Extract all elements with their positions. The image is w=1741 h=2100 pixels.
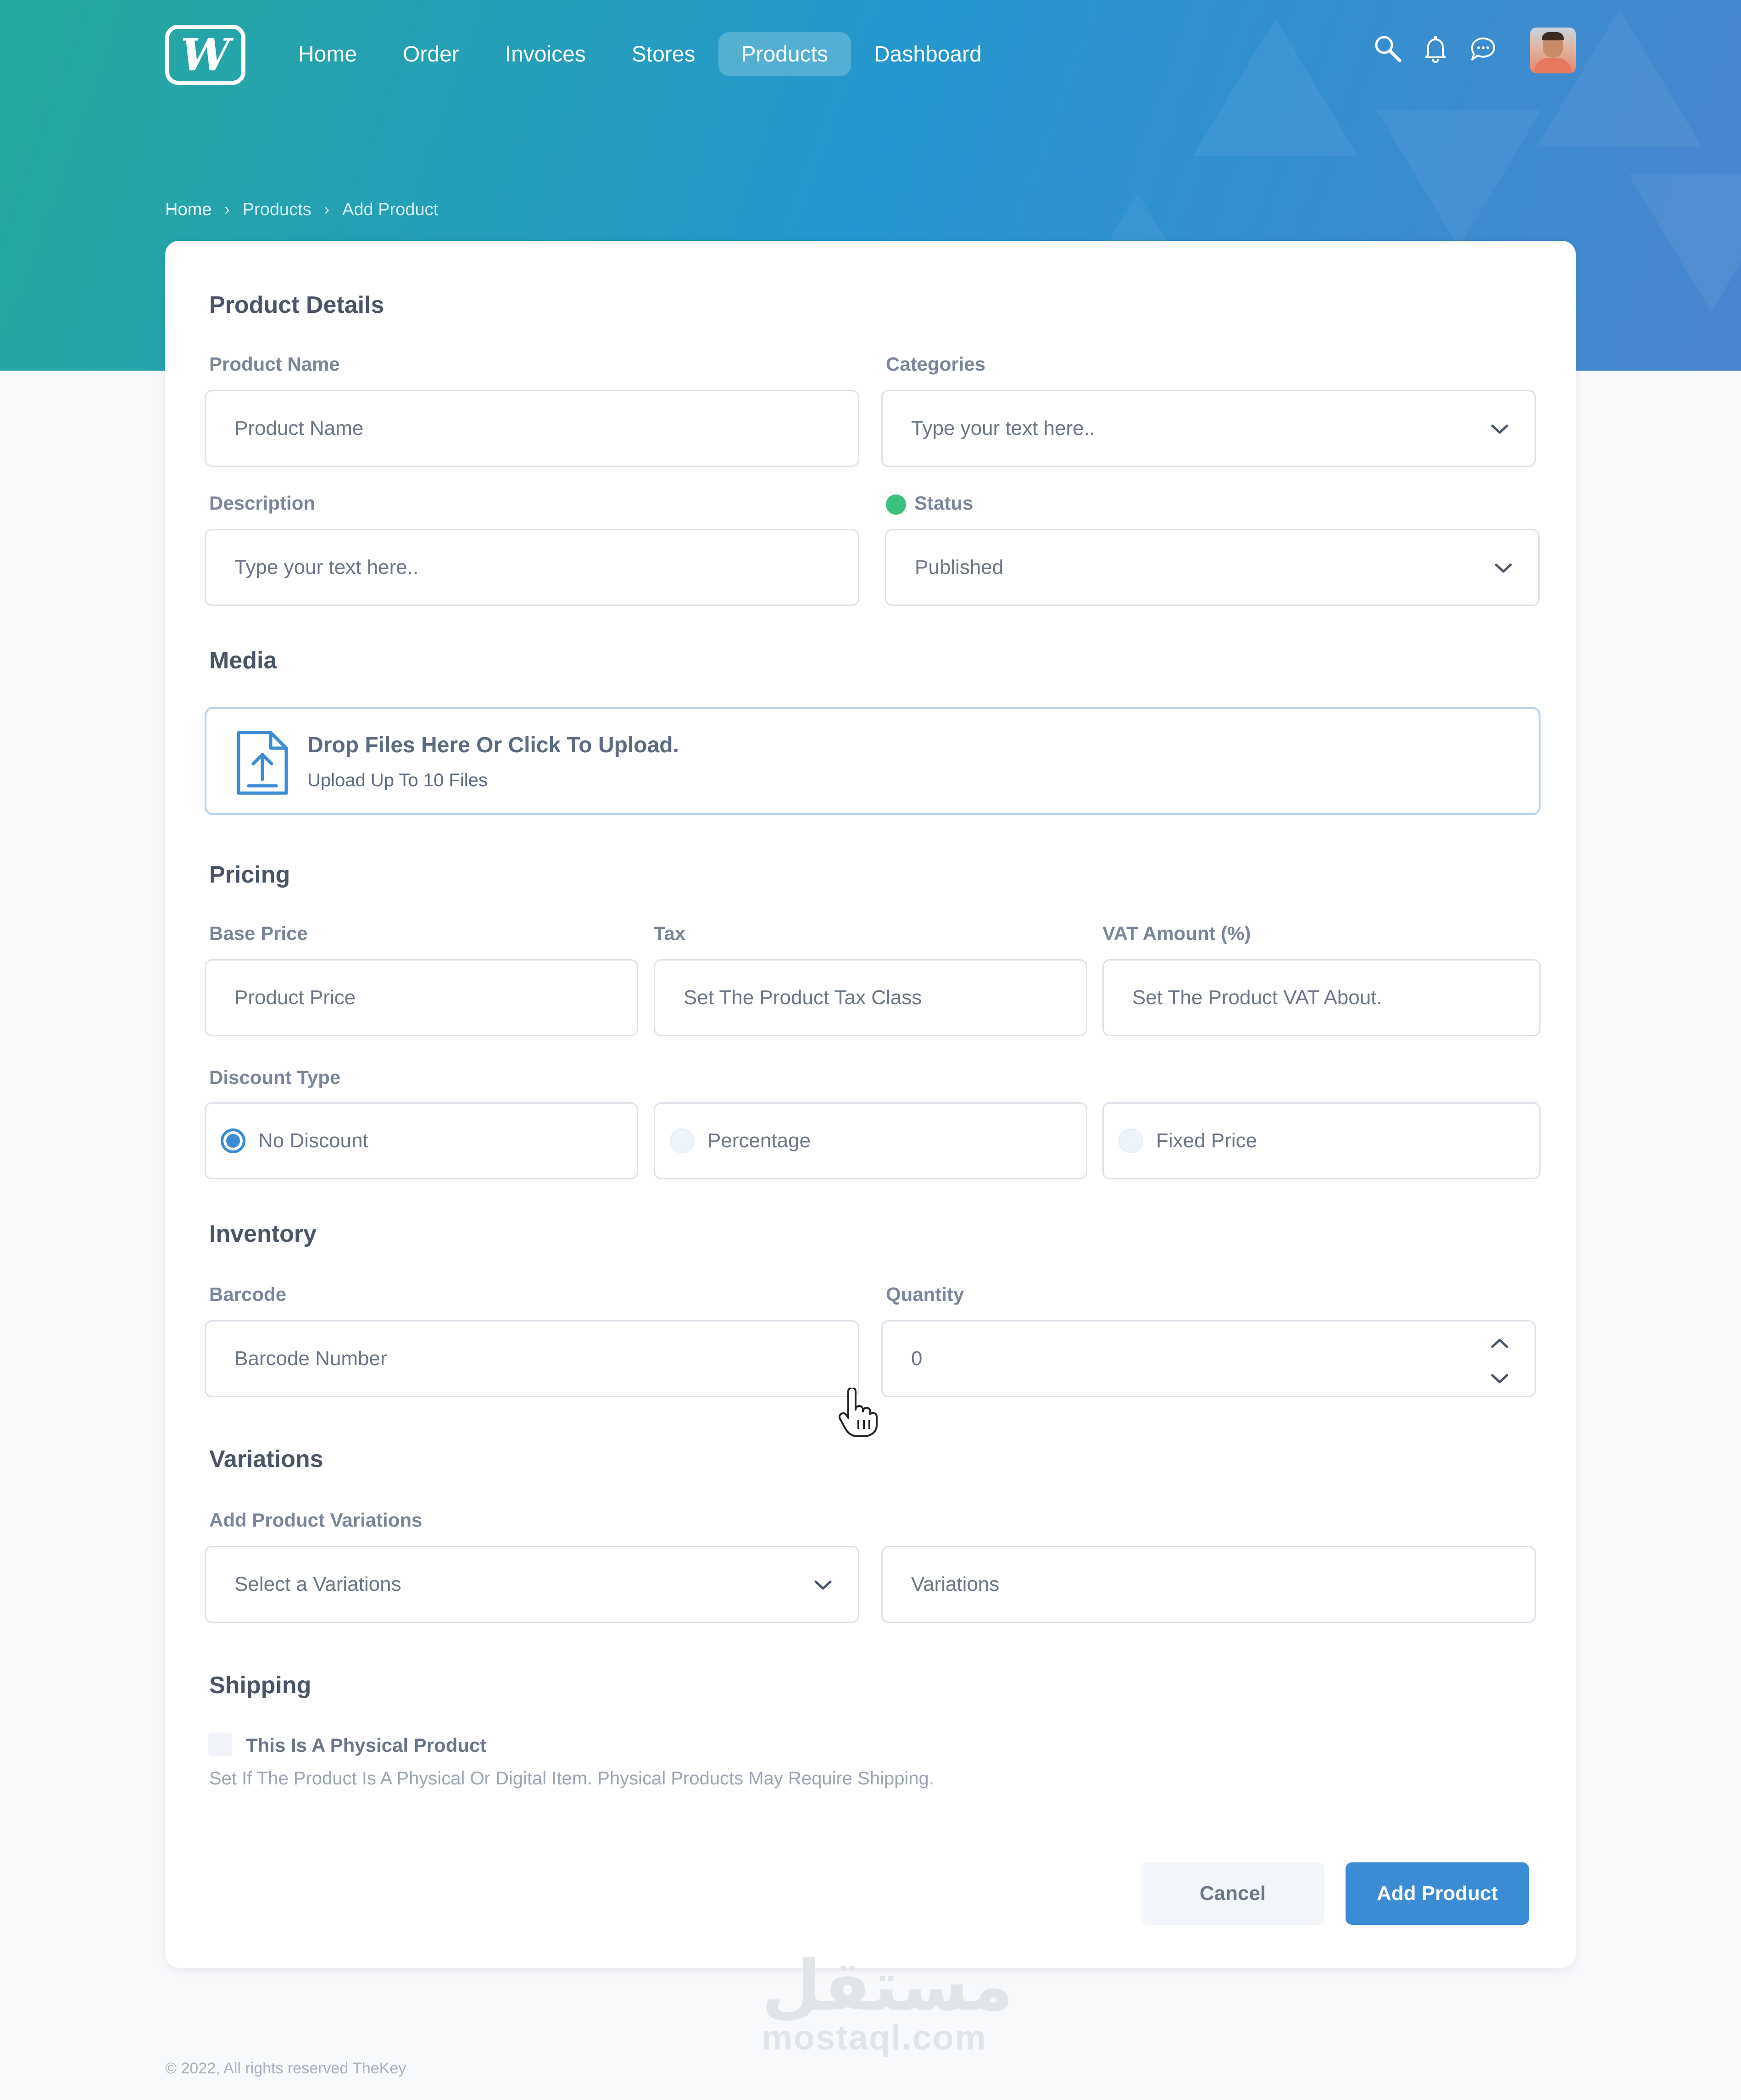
nav-item-order[interactable]: Order (380, 32, 482, 76)
app-logo[interactable]: W (165, 25, 245, 85)
base-price-placeholder: Product Price (234, 986, 356, 1009)
avatar[interactable] (1530, 28, 1576, 73)
radio-selected-icon (221, 1128, 245, 1153)
nav-item-invoices[interactable]: Invoices (482, 32, 609, 76)
tax-label: Tax (654, 922, 686, 944)
nav-item-stores[interactable]: Stores (609, 32, 718, 76)
description-placeholder: Type your text here.. (234, 556, 419, 578)
watermark-logo: مستقل mostaql.com (762, 1946, 1013, 2058)
product-name-label: Product Name (209, 353, 340, 375)
status-select[interactable]: Published (885, 529, 1540, 606)
physical-product-label: This Is A Physical Product (246, 1734, 487, 1756)
section-title-shipping: Shipping (209, 1672, 311, 1699)
breadcrumb-current: Add Product (342, 200, 439, 219)
categories-label: Categories (886, 353, 986, 375)
discount-option-percentage[interactable]: Percentage (654, 1102, 1087, 1179)
physical-product-description: Set If The Product Is A Physical Or Digi… (209, 1768, 934, 1789)
variations-select[interactable]: Select a Variations (205, 1546, 859, 1623)
section-title-product-details: Product Details (209, 292, 384, 318)
barcode-input[interactable]: Barcode Number (205, 1320, 859, 1397)
chevron-down-icon (1491, 417, 1509, 440)
upload-subtitle: Upload Up To 10 Files (307, 770, 488, 790)
nav-item-products[interactable]: Products (718, 32, 851, 76)
chat-icon[interactable] (1465, 30, 1502, 67)
breadcrumb: Home › Products › Add Product (165, 200, 438, 220)
breadcrumb-products[interactable]: Products (243, 200, 311, 220)
radio-unselected-icon (670, 1128, 695, 1153)
header-actions (1369, 30, 1513, 67)
watermark-latin: mostaql.com (762, 2018, 987, 2057)
footer-copyright: © 2022, All rights reserved TheKey (165, 2060, 406, 2077)
logo-text: W (180, 28, 230, 81)
vat-input[interactable]: Set The Product VAT About. (1102, 959, 1541, 1036)
physical-product-checkbox[interactable] (208, 1733, 232, 1756)
variations-select-placeholder: Select a Variations (234, 1573, 401, 1595)
categories-placeholder: Type your text here.. (911, 417, 1096, 439)
chevron-up-icon[interactable] (1491, 1331, 1509, 1354)
vat-placeholder: Set The Product VAT About. (1132, 986, 1382, 1009)
vat-label: VAT Amount (%) (1102, 922, 1251, 944)
status-dot-icon (886, 494, 906, 515)
discount-option-no-discount[interactable]: No Discount (205, 1102, 638, 1179)
file-upload-dropzone[interactable]: Drop Files Here Or Click To Upload. Uplo… (205, 707, 1541, 815)
quantity-value: 0 (911, 1347, 923, 1370)
section-title-media: Media (209, 647, 277, 674)
section-title-inventory: Inventory (209, 1221, 317, 1247)
base-price-label: Base Price (209, 922, 308, 944)
quantity-stepper[interactable]: 0 (881, 1320, 1536, 1397)
add-variations-label: Add Product Variations (209, 1509, 423, 1531)
breadcrumb-home[interactable]: Home (165, 200, 211, 220)
categories-select[interactable]: Type your text here.. (881, 390, 1536, 467)
bell-icon[interactable] (1417, 30, 1454, 67)
discount-option-fixed-price[interactable]: Fixed Price (1102, 1102, 1541, 1179)
chevron-down-icon[interactable] (1491, 1367, 1509, 1389)
discount-option-label: No Discount (258, 1129, 368, 1152)
cancel-button[interactable]: Cancel (1141, 1862, 1324, 1925)
upload-title: Drop Files Here Or Click To Upload. (307, 733, 679, 757)
product-name-placeholder: Product Name (234, 417, 364, 439)
nav-item-dashboard[interactable]: Dashboard (851, 32, 1005, 76)
chevron-down-icon (1494, 556, 1513, 579)
status-label: Status (886, 492, 973, 515)
chevron-right-icon: › (324, 201, 329, 218)
tax-input[interactable]: Set The Product Tax Class (654, 959, 1087, 1036)
base-price-input[interactable]: Product Price (205, 959, 638, 1036)
quantity-stepper-buttons (1491, 1331, 1509, 1389)
nav-item-home[interactable]: Home (275, 32, 380, 76)
search-icon[interactable] (1369, 30, 1406, 67)
section-title-variations: Variations (209, 1446, 323, 1472)
tax-placeholder: Set The Product Tax Class (684, 986, 922, 1009)
main-nav: Home Order Invoices Stores Products Dash… (275, 31, 1005, 77)
barcode-label: Barcode (209, 1283, 287, 1305)
hand-cursor-icon (837, 1387, 879, 1440)
barcode-placeholder: Barcode Number (234, 1347, 387, 1370)
description-input[interactable]: Type your text here.. (205, 529, 859, 606)
add-product-button[interactable]: Add Product (1346, 1862, 1529, 1925)
quantity-label: Quantity (886, 1283, 964, 1305)
variations-input[interactable]: Variations (881, 1546, 1536, 1623)
status-value: Published (915, 556, 1004, 578)
add-product-card: Product Details Product Name Product Nam… (165, 241, 1576, 1968)
chevron-down-icon (814, 1573, 832, 1596)
description-label: Description (209, 492, 316, 514)
upload-file-icon (235, 729, 290, 799)
discount-option-label: Fixed Price (1156, 1129, 1257, 1152)
watermark-arabic: مستقل (762, 1946, 1013, 2026)
chevron-right-icon: › (224, 201, 230, 218)
product-name-input[interactable]: Product Name (205, 390, 859, 467)
discount-type-label: Discount Type (209, 1067, 341, 1088)
radio-unselected-icon (1118, 1128, 1143, 1153)
status-label-text: Status (914, 492, 973, 514)
section-title-pricing: Pricing (209, 861, 290, 888)
discount-option-label: Percentage (707, 1129, 811, 1152)
variations-input-placeholder: Variations (911, 1573, 1000, 1595)
